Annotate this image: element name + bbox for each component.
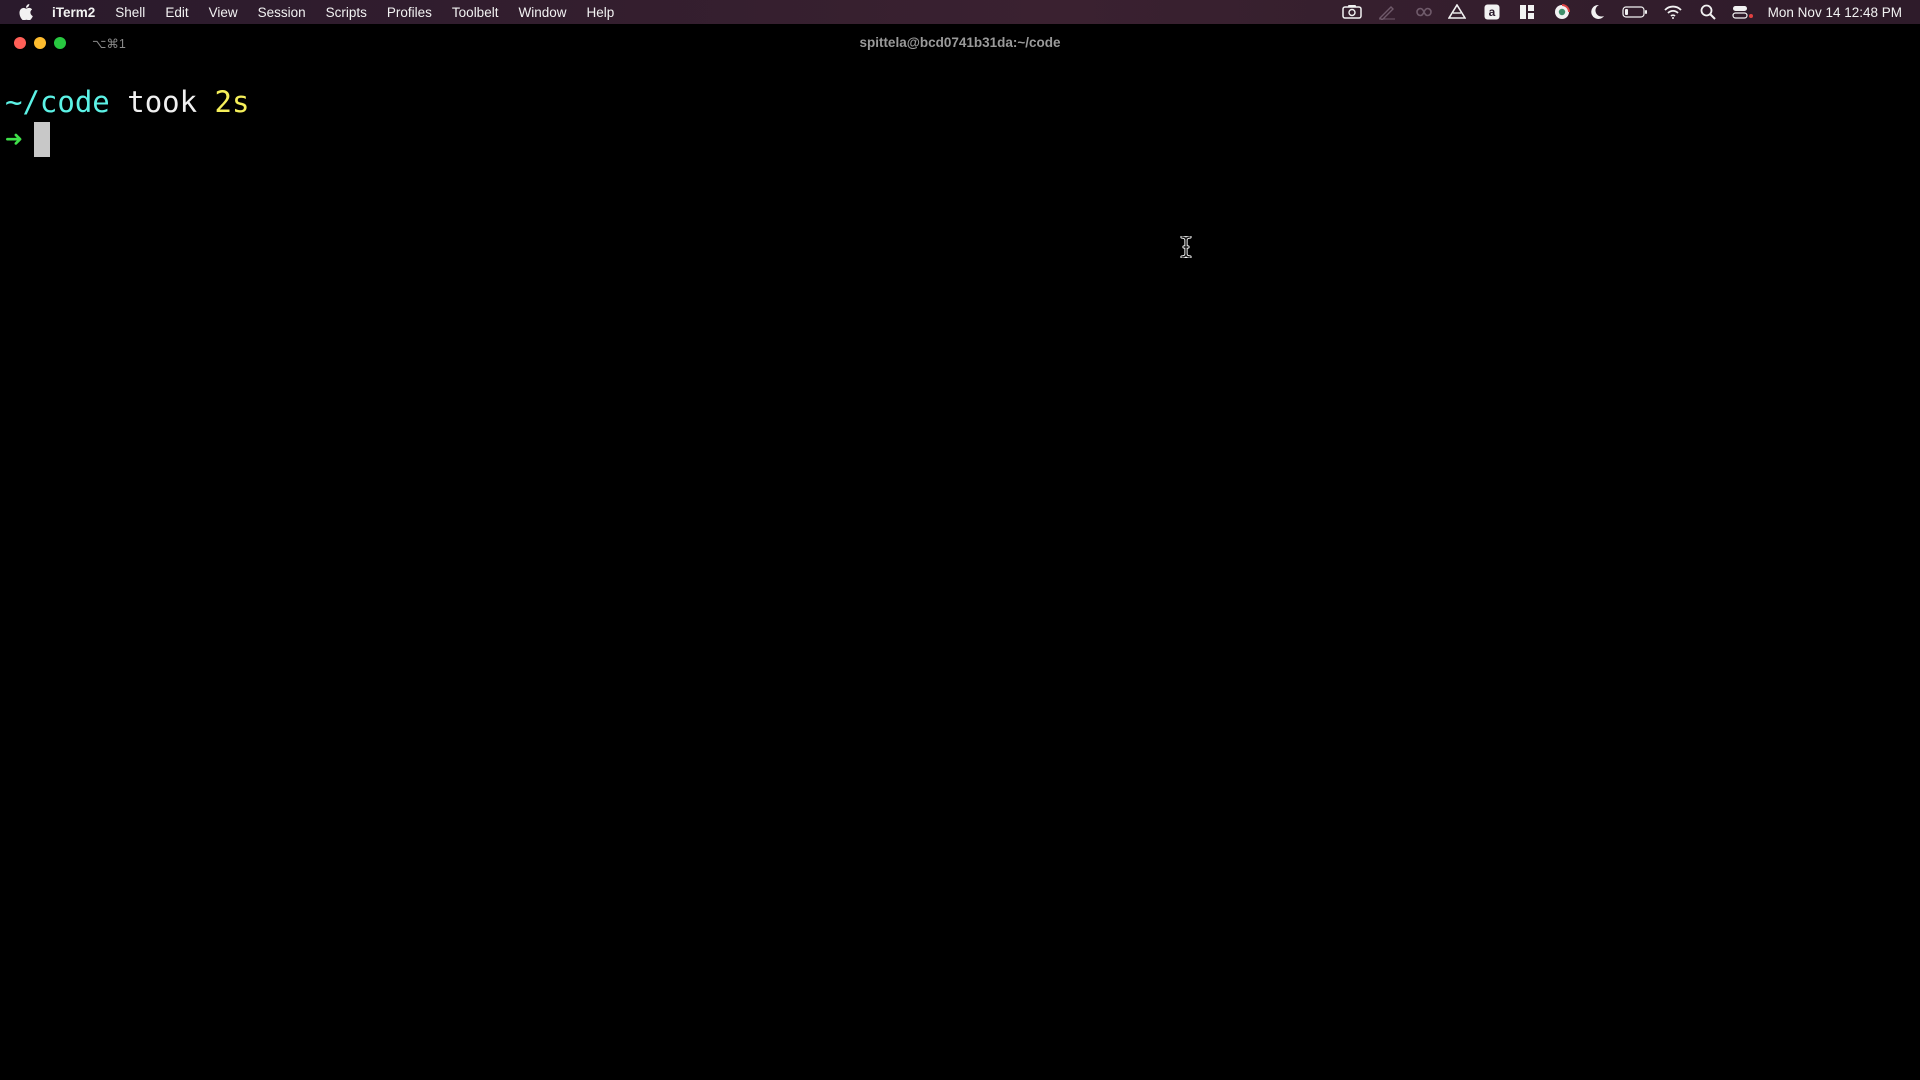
menu-bar-status-area: a Mon Nov 14 12:48 PM — [1328, 0, 1902, 24]
window-shortcut-label: ⌥⌘1 — [92, 36, 126, 51]
control-center-icon[interactable] — [1732, 3, 1754, 21]
menu-view[interactable]: View — [209, 5, 238, 20]
window-titlebar[interactable]: ⌥⌘1 spittela@bcd0741b31da:~/code — [0, 24, 1920, 62]
search-icon[interactable] — [1697, 3, 1719, 21]
close-window-button[interactable] — [14, 37, 26, 49]
terminal-session[interactable]: ~/code took 2s ➜ — [5, 84, 249, 158]
terminal-line-prompt[interactable]: ➜ — [5, 121, 249, 158]
menu-session[interactable]: Session — [258, 5, 306, 20]
prompt-arrow-icon: ➜ — [5, 122, 23, 156]
prompt-duration: 2s — [214, 85, 250, 119]
layout-icon[interactable] — [1516, 3, 1538, 21]
menu-edit[interactable]: Edit — [165, 5, 188, 20]
ibeam-cursor-icon — [1180, 235, 1192, 259]
prompt-path: ~/code — [5, 85, 110, 119]
terminal-line-status: ~/code took 2s — [5, 84, 249, 121]
menu-window[interactable]: Window — [518, 5, 566, 20]
menu-profiles[interactable]: Profiles — [387, 5, 432, 20]
window-title: spittela@bcd0741b31da:~/code — [859, 35, 1061, 50]
menu-bar-left: iTerm2 Shell Edit View Session Scripts P… — [0, 0, 634, 24]
apple-logo-icon[interactable] — [18, 3, 34, 21]
screen-record-icon[interactable] — [1341, 3, 1363, 21]
zoom-window-button[interactable] — [54, 37, 66, 49]
terminal-window: ⌥⌘1 spittela@bcd0741b31da:~/code ~/code … — [0, 24, 1920, 1080]
menu-help[interactable]: Help — [586, 5, 614, 20]
menu-bar: iTerm2 Shell Edit View Session Scripts P… — [0, 0, 1920, 24]
drive-icon[interactable] — [1446, 3, 1468, 21]
prompt-took-label: took — [127, 85, 198, 119]
minimize-window-button[interactable] — [34, 37, 46, 49]
infinity-icon[interactable] — [1411, 3, 1433, 21]
menu-bar-clock[interactable]: Mon Nov 14 12:48 PM — [1768, 5, 1902, 20]
text-cursor — [34, 122, 51, 157]
traffic-lights — [0, 37, 74, 49]
menu-shell[interactable]: Shell — [115, 5, 145, 20]
menu-app-iterm2[interactable]: iTerm2 — [52, 5, 95, 20]
menu-toolbelt[interactable]: Toolbelt — [452, 5, 499, 20]
pen-icon[interactable] — [1376, 3, 1398, 21]
battery-icon[interactable] — [1621, 3, 1649, 21]
svg-text:a: a — [1488, 5, 1495, 19]
amazon-icon[interactable]: a — [1481, 3, 1503, 21]
moon-icon[interactable] — [1586, 3, 1608, 21]
globe-icon[interactable] — [1551, 3, 1573, 21]
wifi-icon[interactable] — [1662, 3, 1684, 21]
menu-scripts[interactable]: Scripts — [326, 5, 367, 20]
